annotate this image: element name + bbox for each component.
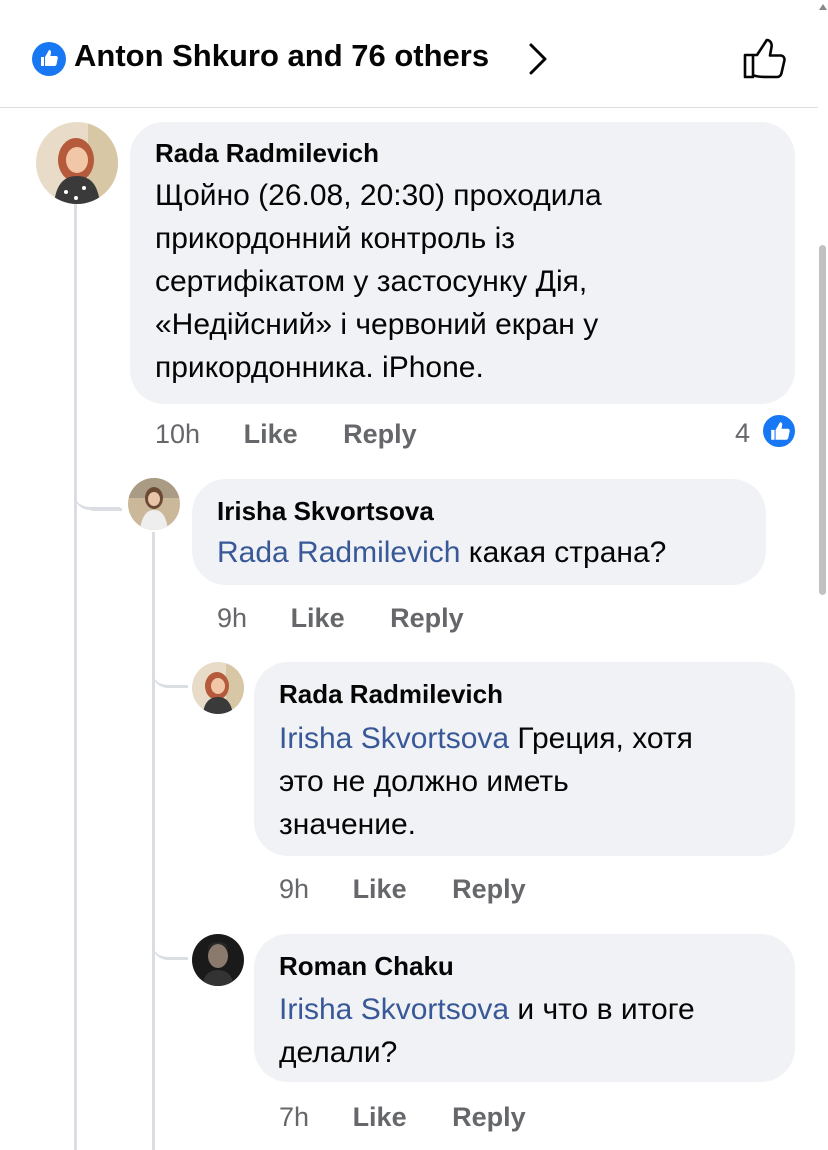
mention-link[interactable]: Irisha Skvortsova xyxy=(279,993,509,1026)
reply-button[interactable]: Reply xyxy=(452,1102,526,1132)
comment-text-line: Щойно (26.08, 20:30) проходила xyxy=(155,179,602,212)
thread-line-nested xyxy=(152,532,155,1150)
like-button[interactable]: Like xyxy=(353,874,407,904)
thread-line-main xyxy=(74,200,77,1150)
comment-author[interactable]: Irisha Skvortsova xyxy=(217,496,434,527)
like-reaction-icon xyxy=(32,42,66,76)
comment-text-line: Irisha Skvortsova Греция, хотя xyxy=(279,717,693,760)
comment-author[interactable]: Roman Chaku xyxy=(279,951,454,982)
comment-meta: 7h Like Reply xyxy=(279,1102,526,1133)
comment-text-line: значение. xyxy=(279,808,417,841)
mention-link[interactable]: Irisha Skvortsova xyxy=(279,722,509,755)
comment-text-line: Irisha Skvortsova и что в итоге xyxy=(279,988,695,1031)
avatar[interactable] xyxy=(192,662,244,714)
comment-text-body: и что в итоге xyxy=(509,993,695,1026)
scroll-up-arrow-icon[interactable] xyxy=(819,4,827,10)
scrollbar[interactable] xyxy=(818,0,828,1150)
reply-button[interactable]: Reply xyxy=(390,603,464,633)
comment-author[interactable]: Rada Radmilevich xyxy=(155,138,379,169)
like-button[interactable]: Like xyxy=(353,1102,407,1132)
comment-text-line: прикордонника. iPhone. xyxy=(155,351,484,384)
comment-text-line: делали? xyxy=(279,1036,398,1069)
like-reaction-icon[interactable] xyxy=(761,413,797,449)
comment-text: Щойно (26.08, 20:30) проходила прикордон… xyxy=(155,174,602,389)
comment-meta: 9h Like Reply xyxy=(279,874,526,905)
comment-bubble[interactable]: Irisha Skvortsova Rada Radmilevich какая… xyxy=(192,479,766,585)
reply-button[interactable]: Reply xyxy=(343,419,417,449)
comment-text-body: какая страна? xyxy=(460,536,667,569)
scroll-thumb[interactable] xyxy=(819,245,826,595)
thumbs-up-outline-icon[interactable] xyxy=(742,36,788,85)
chevron-right-icon[interactable] xyxy=(527,42,549,81)
comment-bubble[interactable]: Roman Chaku Irisha Skvortsova и что в ит… xyxy=(254,934,795,1082)
comment-author[interactable]: Rada Radmilevich xyxy=(279,679,503,710)
comment-timestamp[interactable]: 9h xyxy=(279,874,309,904)
reactions-header[interactable]: Anton Shkuro and 76 others xyxy=(0,0,818,108)
reply-button[interactable]: Reply xyxy=(452,874,526,904)
thread-connector xyxy=(74,470,120,510)
comment-text-line: это не должно иметь xyxy=(279,765,569,798)
like-button[interactable]: Like xyxy=(291,603,345,633)
comment-bubble[interactable]: Rada Radmilevich Щойно (26.08, 20:30) пр… xyxy=(130,122,795,404)
reaction-count[interactable]: 4 xyxy=(735,418,750,449)
comment-meta: 9h Like Reply xyxy=(217,603,464,634)
comment-timestamp[interactable]: 9h xyxy=(217,603,247,633)
avatar[interactable] xyxy=(128,478,180,530)
comment-timestamp[interactable]: 10h xyxy=(155,419,200,449)
comment-text: Rada Radmilevich какая страна? xyxy=(217,531,666,574)
reactors-summary[interactable]: Anton Shkuro and 76 others xyxy=(74,38,489,74)
comment-text: Irisha Skvortsova Греция, хотя это не до… xyxy=(279,717,693,846)
comment-text-line: прикордонний контроль із xyxy=(155,222,516,255)
avatar[interactable] xyxy=(36,122,118,204)
thread-connector xyxy=(152,930,188,960)
thread-connector xyxy=(152,660,188,688)
comment-text-line: сертифікатом у застосунку Дія, xyxy=(155,265,588,298)
comment-bubble[interactable]: Rada Radmilevich Irisha Skvortsova Греци… xyxy=(254,662,795,856)
comment-text-line: «Недійсний» і червоний екран у xyxy=(155,308,599,341)
like-button[interactable]: Like xyxy=(244,419,298,449)
avatar[interactable] xyxy=(192,934,244,986)
comment-text-body: Греция, хотя xyxy=(509,722,693,755)
comment-meta: 10h Like Reply xyxy=(155,419,417,450)
thread-connector xyxy=(90,508,122,511)
comment-timestamp[interactable]: 7h xyxy=(279,1102,309,1132)
mention-link[interactable]: Rada Radmilevich xyxy=(217,536,460,569)
comment-text: Irisha Skvortsova и что в итоге делали? xyxy=(279,988,695,1074)
